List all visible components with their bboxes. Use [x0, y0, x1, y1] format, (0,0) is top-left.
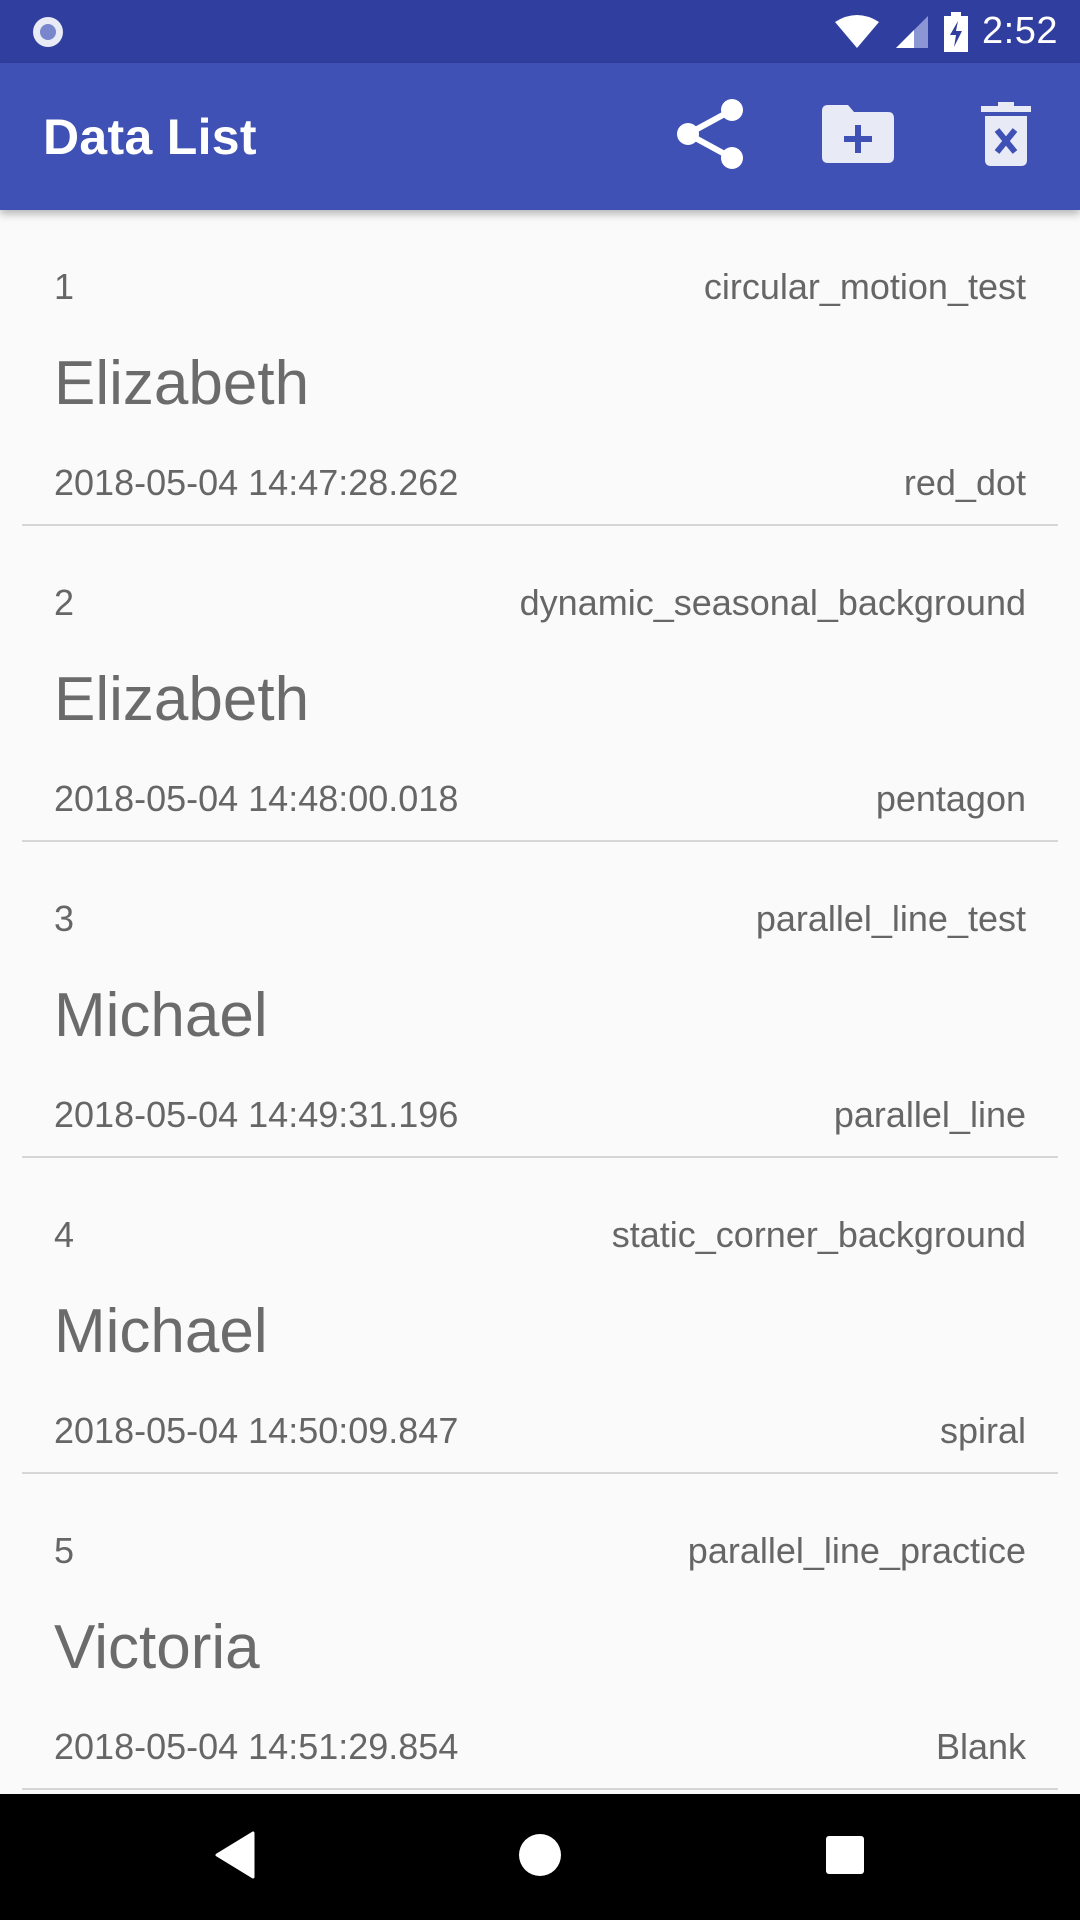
folder-add-icon — [822, 105, 894, 168]
data-list: 1 circular_motion_test Elizabeth 2018-05… — [0, 210, 1080, 1794]
share-icon — [676, 98, 744, 175]
item-timestamp: 2018-05-04 14:47:28.262 — [54, 462, 459, 503]
cell-signal-icon — [894, 14, 930, 50]
item-test-name: parallel_line_practice — [687, 1530, 1026, 1571]
item-number: 5 — [54, 1530, 75, 1571]
item-user-name: Victoria — [54, 1613, 260, 1682]
item-timestamp: 2018-05-04 14:50:09.847 — [54, 1410, 459, 1451]
navigation-bar — [0, 1794, 1080, 1920]
screen: 2:52 Data List 1 circular_motion_test El… — [0, 0, 1080, 1920]
item-shape: spiral — [939, 1410, 1026, 1451]
item-test-name: static_corner_background — [611, 1214, 1026, 1255]
home-icon — [518, 1833, 562, 1882]
list-item[interactable]: 4 static_corner_background Michael 2018-… — [22, 1158, 1058, 1474]
status-time: 2:52 — [982, 10, 1058, 52]
item-timestamp: 2018-05-04 14:51:29.854 — [54, 1726, 459, 1767]
add-folder-button[interactable] — [803, 63, 913, 210]
share-button[interactable] — [655, 63, 765, 210]
item-number: 3 — [54, 898, 75, 939]
item-number: 1 — [54, 266, 75, 307]
delete-icon — [981, 102, 1031, 171]
item-number: 2 — [54, 582, 75, 623]
home-button[interactable] — [460, 1794, 620, 1920]
item-shape: red_dot — [903, 462, 1026, 503]
item-timestamp: 2018-05-04 14:48:00.018 — [54, 778, 459, 819]
list-item[interactable]: 5 parallel_line_practice Victoria 2018-0… — [22, 1474, 1058, 1790]
item-test-name: parallel_line_test — [755, 898, 1026, 939]
back-button[interactable] — [155, 1794, 315, 1920]
page-title: Data List — [43, 108, 257, 165]
list-item[interactable]: 3 parallel_line_test Michael 2018-05-04 … — [22, 842, 1058, 1158]
back-icon — [213, 1831, 257, 1884]
item-shape: Blank — [935, 1726, 1026, 1767]
recents-button[interactable] — [765, 1794, 925, 1920]
wifi-icon — [834, 14, 880, 50]
battery-charging-icon — [944, 11, 969, 52]
item-number: 4 — [54, 1214, 75, 1255]
item-shape: parallel_line — [833, 1094, 1026, 1135]
item-test-name: circular_motion_test — [703, 266, 1026, 307]
item-test-name: dynamic_seasonal_background — [519, 582, 1026, 623]
item-shape: pentagon — [875, 778, 1026, 819]
app-bar: Data List — [0, 63, 1080, 210]
delete-button[interactable] — [951, 63, 1061, 210]
item-user-name: Michael — [54, 1297, 268, 1366]
list-item[interactable]: 1 circular_motion_test Elizabeth 2018-05… — [22, 210, 1058, 526]
recents-icon — [825, 1835, 865, 1880]
app-notification-icon — [30, 14, 66, 50]
list-item[interactable]: 2 dynamic_seasonal_background Elizabeth … — [22, 526, 1058, 842]
status-bar: 2:52 — [0, 0, 1080, 63]
item-user-name: Michael — [54, 981, 268, 1050]
item-user-name: Elizabeth — [54, 665, 310, 734]
item-user-name: Elizabeth — [54, 349, 310, 418]
item-timestamp: 2018-05-04 14:49:31.196 — [54, 1094, 459, 1135]
